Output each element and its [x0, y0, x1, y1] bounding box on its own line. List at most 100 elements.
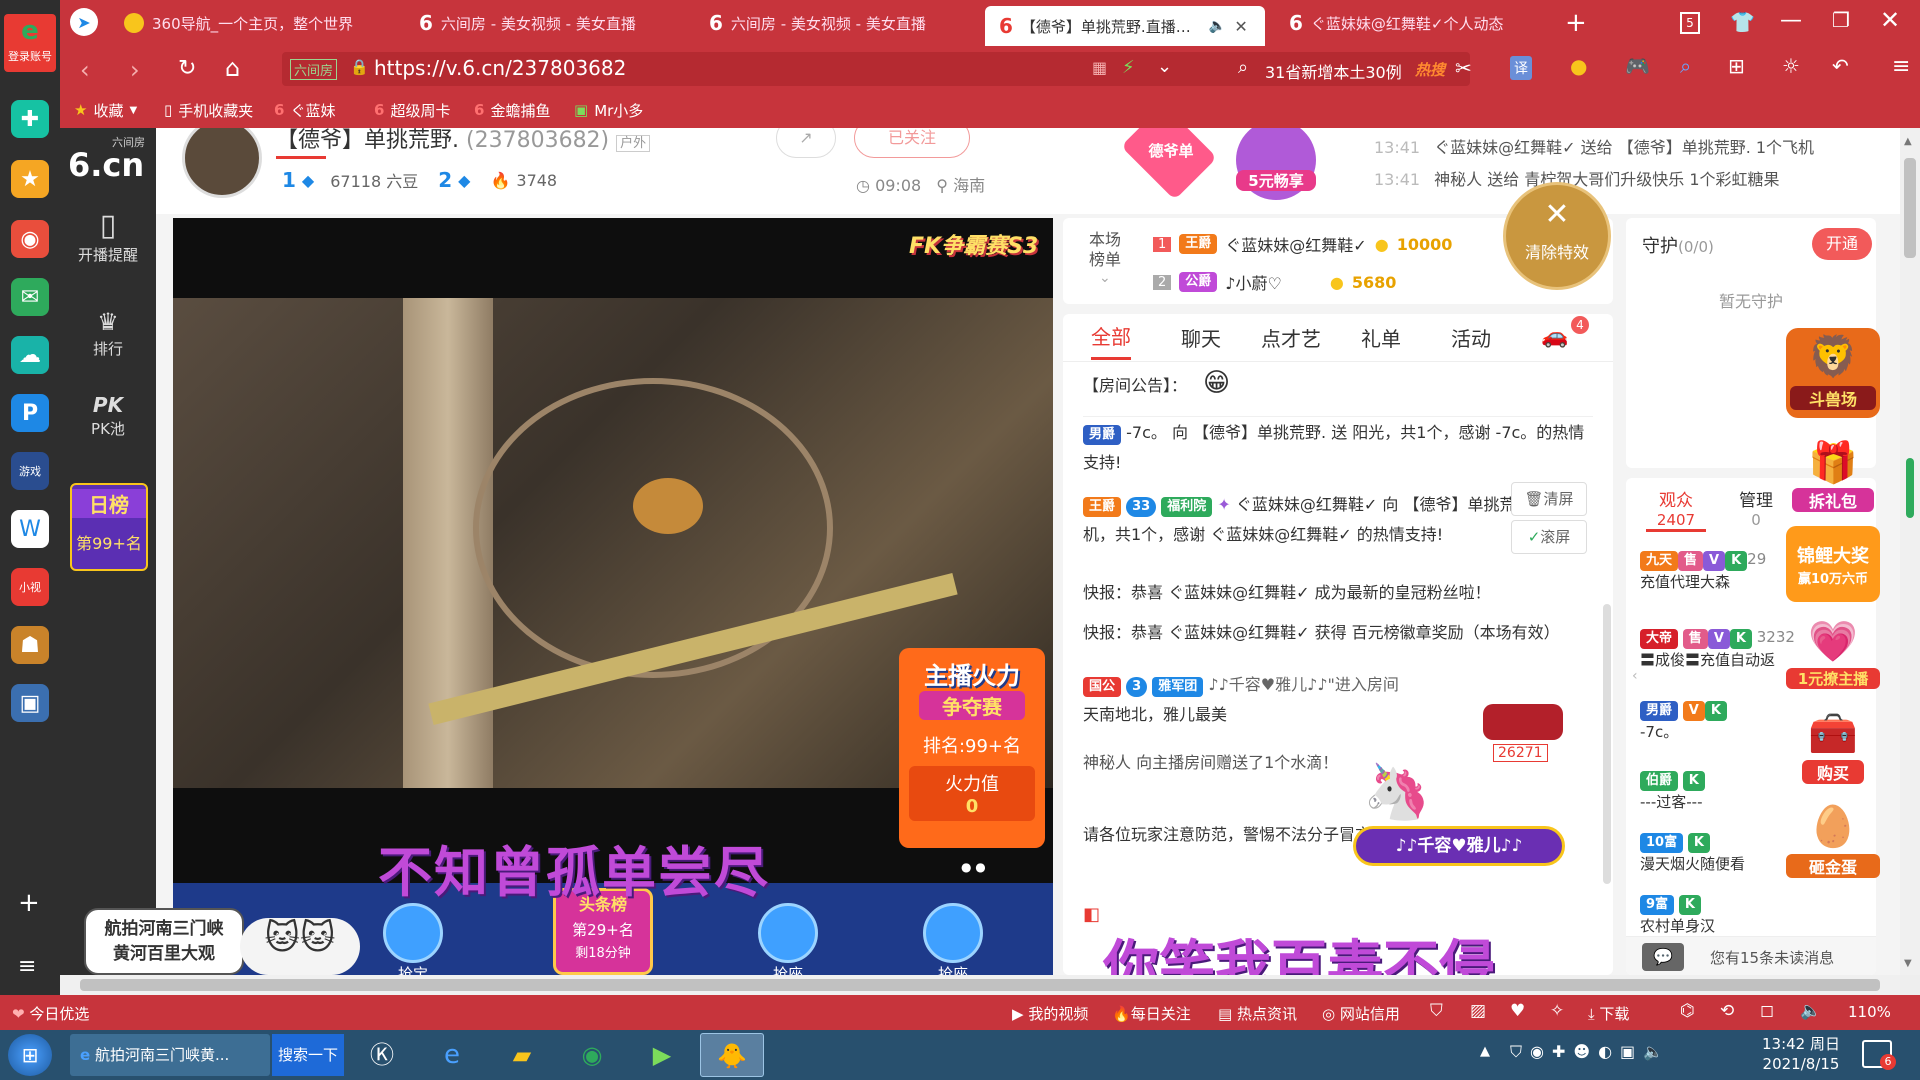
- search-text[interactable]: 31省新增本土30例: [1265, 59, 1402, 83]
- close-window-icon[interactable]: ✕: [1880, 6, 1900, 34]
- audience-user[interactable]: 男爵 VK -7c。: [1640, 700, 1800, 742]
- brightness-icon[interactable]: ☼: [1782, 54, 1800, 78]
- nav-pk-pool[interactable]: PK PK池: [60, 392, 156, 439]
- audience-user[interactable]: 10富 K 漫天烟火随便看: [1640, 832, 1800, 874]
- leaderboard-row-1[interactable]: 1 王爵 ぐ蓝妹妹@红舞鞋✓ ● 10000: [1153, 232, 1452, 256]
- gamepad-icon[interactable]: 🎮: [1625, 54, 1650, 78]
- seat-label-0[interactable]: 抢宝: [383, 963, 443, 975]
- url-bar[interactable]: 六间房 🔒 https://v.6.cn/237803682 ▦ ⚡ ⌄: [282, 52, 1192, 86]
- start-button[interactable]: ⊞: [8, 1034, 52, 1076]
- audience-user[interactable]: 伯爵 K ---过客---: [1640, 770, 1800, 812]
- download-button[interactable]: ⤓ 下载: [1588, 1003, 1629, 1024]
- hscroll-thumb[interactable]: [80, 979, 1880, 991]
- scroll-thumb[interactable]: [1904, 158, 1916, 258]
- video-app-icon[interactable]: 小视: [11, 568, 49, 606]
- seat-avatar-2[interactable]: [758, 903, 818, 963]
- reload-icon[interactable]: ↻: [178, 56, 196, 81]
- cloud-icon[interactable]: ☁: [11, 336, 49, 374]
- add-app-button[interactable]: +: [18, 888, 40, 918]
- clear-screen-button[interactable]: 🗑清屏: [1511, 482, 1587, 516]
- carousel-dots[interactable]: ● ●: [961, 860, 986, 874]
- chat-scrollbar[interactable]: [1603, 604, 1611, 884]
- bookmark-mobile[interactable]: ▯ 手机收藏夹: [164, 98, 253, 122]
- doc-icon[interactable]: W: [11, 510, 49, 548]
- tab-6cn-1[interactable]: 6 六间房 - 美女视频 - 美女直播: [405, 6, 695, 40]
- seat-avatar-0[interactable]: [383, 903, 443, 963]
- category-tag[interactable]: 户外: [616, 135, 651, 152]
- chevron-down-icon[interactable]: ⌄: [1099, 270, 1111, 286]
- chat-message[interactable]: 神秘人 向主播房间赠送了1个水滴！: [1083, 748, 1593, 778]
- koi-promo[interactable]: 锦鲤大奖 赢10万六币: [1786, 526, 1880, 602]
- manager-tab[interactable]: 管理 0: [1726, 486, 1786, 529]
- audience-user[interactable]: 九天售 V K 29 充值代理大森: [1640, 550, 1800, 592]
- video-area[interactable]: FK争霸赛S3 主播火力 争夺赛 排名:99+名 火力值 0 ● ● 抢宝 头条…: [173, 218, 1053, 975]
- taskbar-clock[interactable]: 13:42 周日 2021/8/15: [1756, 1034, 1846, 1074]
- navigation-icon[interactable]: ➤: [70, 8, 98, 36]
- security-icon[interactable]: ⛉: [1430, 1001, 1443, 1021]
- network-icon[interactable]: ⌬: [1680, 1001, 1695, 1021]
- audience-user[interactable]: 9富 K 农村单身汉: [1640, 894, 1800, 936]
- heartbeat-icon[interactable]: ♥: [1510, 1001, 1525, 1021]
- close-tab-icon[interactable]: ✕: [1234, 17, 1247, 36]
- unread-messages-bar[interactable]: 💬 您有15条未读消息: [1626, 936, 1876, 975]
- grid-icon[interactable]: ⊞: [1728, 54, 1745, 78]
- tab-6cn-2[interactable]: 6 六间房 - 美女视频 - 美女直播: [695, 6, 985, 40]
- arena-promo[interactable]: 🦁 斗兽场: [1786, 328, 1880, 418]
- favorite-star-icon[interactable]: ★: [11, 160, 49, 198]
- audience-tab[interactable]: 观众 2407: [1646, 486, 1706, 532]
- media-player-icon[interactable]: ▶: [636, 1035, 688, 1075]
- nav-remind[interactable]: ▯ 开播提醒: [60, 208, 156, 265]
- login-account[interactable]: e 登录账号: [4, 14, 56, 72]
- chat-tab-gifts[interactable]: 礼单: [1361, 314, 1401, 360]
- buy-promo[interactable]: 🧰 购买: [1786, 708, 1880, 790]
- daily-rank-card[interactable]: 日榜 第99+名: [70, 483, 148, 571]
- news-popup[interactable]: 航拍河南三门峡 黄河百里大观: [84, 908, 244, 975]
- chat-tab-chat[interactable]: 聊天: [1181, 314, 1221, 360]
- scroll-down-icon[interactable]: ▼: [1904, 958, 1912, 969]
- chat-message[interactable]: 男爵 -7c。 向 【德爷】单挑荒野. 送 阳光，共1个，感谢 -7c。的热情支…: [1083, 418, 1593, 478]
- k-app-icon[interactable]: Ⓚ: [356, 1035, 408, 1075]
- chat-message[interactable]: 快报：恭喜 ぐ蓝妹妹@红舞鞋✓ 获得 百元榜徽章奖励（本场有效）: [1083, 618, 1613, 648]
- status-my-video[interactable]: ▶ 我的视频: [1012, 1003, 1088, 1024]
- clear-effects-button[interactable]: ✕ 清除特效: [1503, 182, 1611, 290]
- nav-rank[interactable]: ♛ 排行: [60, 306, 156, 359]
- taskbar-window[interactable]: e 航拍河南三门峡黄...: [70, 1034, 270, 1076]
- chat-tab-talent[interactable]: 点才艺: [1261, 314, 1321, 360]
- back-icon[interactable]: ‹: [80, 56, 90, 84]
- follow-button[interactable]: 已关注: [854, 128, 970, 158]
- pk-badge[interactable]: FK争霸赛S3: [909, 228, 1038, 260]
- bookmark-lanmei[interactable]: 6 ぐ蓝妹: [274, 98, 335, 122]
- firepower-panel[interactable]: 主播火力 争夺赛 排名:99+名 火力值 0: [899, 648, 1045, 848]
- game2-icon[interactable]: ☗: [11, 626, 49, 664]
- game3-icon[interactable]: ▣: [11, 684, 49, 722]
- golden-egg-promo[interactable]: 🥚 砸金蛋: [1786, 800, 1880, 886]
- tab-360[interactable]: 360导航_一个主页，整个世界: [110, 6, 405, 40]
- apps-icon[interactable]: ✚: [11, 100, 49, 138]
- p-app-icon[interactable]: P: [11, 394, 49, 432]
- chat-tab-events[interactable]: 活动: [1451, 314, 1491, 360]
- game-icon[interactable]: 游戏: [11, 452, 49, 490]
- main-menu-icon[interactable]: ≡: [1892, 54, 1910, 79]
- streamer-avatar[interactable]: [182, 128, 262, 198]
- folder-icon[interactable]: ▰: [496, 1035, 548, 1075]
- chat-tab-all[interactable]: 全部: [1091, 314, 1131, 360]
- scissors-icon[interactable]: ✂: [1455, 56, 1472, 80]
- leaderboard-row-2[interactable]: 2 公爵 ♪小蔚♡ ● 5680: [1153, 270, 1396, 294]
- home-icon[interactable]: ⌂: [225, 54, 240, 82]
- volume-icon[interactable]: 🔈: [1800, 1001, 1821, 1021]
- taskbar-search-button[interactable]: 搜索一下: [272, 1034, 344, 1076]
- window-icon[interactable]: ◻: [1760, 1001, 1774, 1021]
- sidebar-menu-button[interactable]: ≡: [18, 954, 36, 979]
- site-logo[interactable]: 六间房 6.cn: [68, 134, 145, 181]
- system-tray[interactable]: ⛉◉✚☻◐▣🔈: [1510, 1042, 1671, 1062]
- zoom-level[interactable]: 110%: [1848, 1003, 1891, 1021]
- taskbar-app-active[interactable]: 🐥: [700, 1033, 764, 1077]
- notice-label[interactable]: 【房间公告】：: [1083, 372, 1187, 396]
- undo-icon[interactable]: ↶: [1832, 54, 1849, 78]
- ticket-badge[interactable]: [1120, 128, 1218, 201]
- chat-message[interactable]: 快报：恭喜 ぐ蓝妹妹@红舞鞋✓ 成为最新的皇冠粉丝啦！: [1083, 578, 1613, 608]
- speed-icon[interactable]: ⚡: [1122, 57, 1135, 78]
- guard-open-button[interactable]: 开通: [1812, 228, 1872, 260]
- status-site-credit[interactable]: ◎ 网站信用: [1322, 1003, 1400, 1024]
- coin-icon[interactable]: ●: [1570, 54, 1587, 78]
